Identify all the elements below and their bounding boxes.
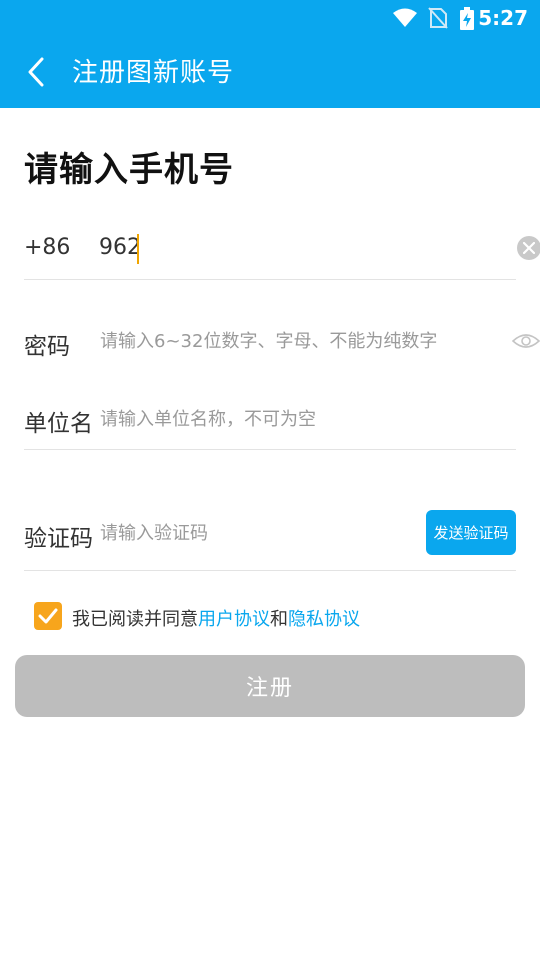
verification-label: 验证码 xyxy=(24,526,93,552)
organization-label: 单位名 xyxy=(24,411,93,437)
country-code[interactable]: +86 xyxy=(24,235,70,260)
verification-code-field[interactable] xyxy=(100,520,410,546)
close-icon xyxy=(523,242,535,254)
status-time: 5:27 xyxy=(478,6,528,30)
password-label: 密码 xyxy=(24,334,70,360)
agreement-prefix: 我已阅读并同意 xyxy=(72,609,198,630)
text-caret xyxy=(137,234,139,264)
register-button[interactable]: 注册 xyxy=(15,655,525,717)
toggle-password-visibility[interactable] xyxy=(511,330,540,356)
no-sim-icon xyxy=(428,7,448,33)
app-bar: 5:27 注册图新账号 xyxy=(0,0,540,108)
divider xyxy=(24,449,516,450)
eye-icon xyxy=(511,334,540,348)
divider xyxy=(24,570,516,571)
phone-heading: 请输入手机号 xyxy=(24,150,234,190)
divider xyxy=(24,279,516,280)
privacy-policy-link[interactable]: 隐私协议 xyxy=(288,609,360,630)
agreement-checkbox[interactable] xyxy=(34,602,62,630)
user-agreement-link[interactable]: 用户协议 xyxy=(198,609,270,630)
phone-input[interactable]: 962 xyxy=(99,235,141,260)
status-bar: 5:27 xyxy=(0,0,540,36)
clear-button[interactable] xyxy=(517,236,540,260)
password-field[interactable] xyxy=(100,328,505,354)
send-code-button[interactable]: 发送验证码 xyxy=(426,510,516,555)
page-title: 注册图新账号 xyxy=(72,58,235,88)
chevron-left-icon xyxy=(28,57,44,87)
battery-charging-icon xyxy=(459,7,475,35)
agreement-text: 我已阅读并同意用户协议和隐私协议 xyxy=(72,605,360,631)
wifi-icon xyxy=(392,7,418,33)
organization-field[interactable] xyxy=(100,406,500,432)
back-button[interactable] xyxy=(18,54,54,90)
check-icon xyxy=(38,608,58,624)
agreement-and: 和 xyxy=(270,609,288,630)
